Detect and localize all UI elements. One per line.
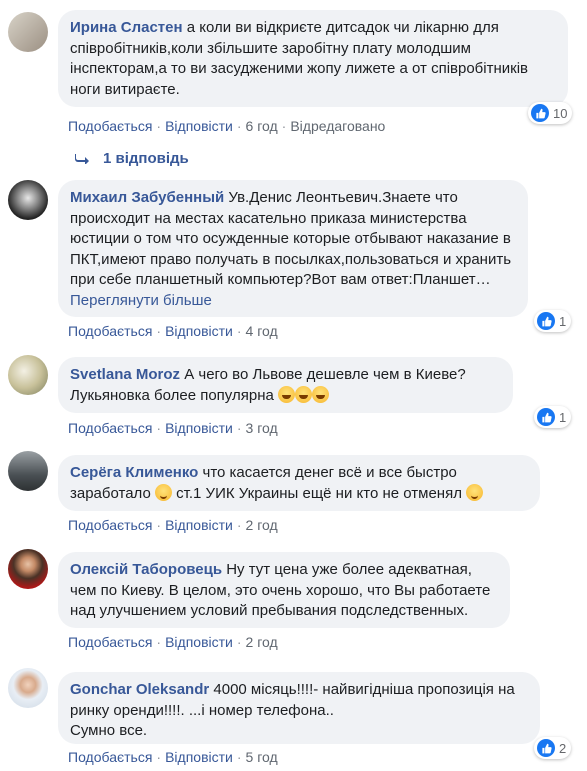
comment-actions: Подобається · Відповісти · 2 год: [68, 517, 278, 533]
comment-text-line: Сумно все.: [70, 722, 148, 739]
timestamp[interactable]: 3 год: [246, 420, 278, 436]
see-more-link[interactable]: Переглянути більше: [70, 291, 516, 312]
reaction-badge[interactable]: 2: [534, 737, 572, 759]
comment-actions: Подобається · Відповісти · 3 год: [68, 420, 278, 436]
separator: ·: [236, 118, 242, 134]
timestamp[interactable]: 4 год: [246, 323, 278, 339]
timestamp[interactable]: 5 год: [246, 749, 278, 765]
reaction-count: 2: [559, 740, 567, 756]
view-replies-link[interactable]: 1 відповідь: [75, 150, 189, 167]
like-link[interactable]: Подобається: [68, 323, 152, 339]
comment-author[interactable]: Серёга Клименко: [70, 464, 198, 481]
like-icon: [537, 312, 555, 330]
separator: ·: [156, 420, 162, 436]
comment-bubble: Серёга Клименко что касается денег всё и…: [58, 455, 540, 511]
reaction-badge[interactable]: 10: [528, 102, 573, 124]
reaction-count: 10: [553, 105, 568, 121]
comment-bubble: Ирина Сластен а коли ви відкриєте дитсад…: [58, 10, 568, 107]
avatar[interactable]: [8, 180, 48, 220]
replies-count: 1 відповідь: [103, 150, 189, 167]
comment-bubble: Gonchar Oleksandr 4000 місяць!!!!- найви…: [58, 672, 540, 744]
timestamp[interactable]: 6 год: [246, 118, 278, 134]
comment-actions: Подобається · Відповісти · 5 год: [68, 749, 278, 765]
like-icon: [537, 408, 555, 426]
comment-bubble: Олексій Таборовець Ну тут цена уже более…: [58, 552, 510, 628]
separator: ·: [236, 749, 242, 765]
comment-text: ст.1 УИК Украины ещё ни кто не отменял: [176, 484, 462, 502]
laughing-emoji-icon: [295, 385, 312, 403]
comment-actions: Подобається · Відповісти · 6 год · Відредагова…: [68, 118, 385, 134]
avatar[interactable]: [8, 355, 48, 395]
comment-bubble: Михаил Забубенный Ув.Денис Леонтьевич.Зн…: [58, 180, 528, 317]
comment-actions: Подобається · Відповісти · 4 год: [68, 323, 278, 339]
reaction-count: 1: [559, 313, 567, 329]
reply-link[interactable]: Відповісти: [165, 323, 233, 339]
laughing-emoji-icon: [312, 385, 329, 403]
avatar[interactable]: [8, 549, 48, 589]
separator: ·: [156, 323, 162, 339]
comment-author[interactable]: Михаил Забубенный: [70, 189, 224, 206]
comment-author[interactable]: Ирина Сластен: [70, 19, 183, 36]
separator: ·: [156, 634, 162, 650]
reply-link[interactable]: Відповісти: [165, 634, 233, 650]
comment-actions: Подобається · Відповісти · 2 год: [68, 634, 278, 650]
like-icon: [531, 104, 549, 122]
separator: ·: [156, 118, 162, 134]
reply-link[interactable]: Відповісти: [165, 517, 233, 533]
avatar[interactable]: [8, 451, 48, 491]
reaction-badge[interactable]: 1: [534, 406, 572, 428]
separator: ·: [236, 517, 242, 533]
reply-link[interactable]: Відповісти: [165, 118, 233, 134]
separator: ·: [281, 118, 287, 134]
like-link[interactable]: Подобається: [68, 517, 152, 533]
separator: ·: [236, 323, 242, 339]
separator: ·: [156, 517, 162, 533]
like-link[interactable]: Подобається: [68, 420, 152, 436]
reaction-count: 1: [559, 409, 567, 425]
edited-label[interactable]: Відредаговано: [290, 118, 385, 134]
separator: ·: [236, 420, 242, 436]
separator: ·: [156, 749, 162, 765]
like-link[interactable]: Подобається: [68, 118, 152, 134]
comment-author[interactable]: Gonchar Oleksandr: [70, 681, 209, 698]
reply-arrow-icon: [75, 154, 89, 165]
timestamp[interactable]: 2 год: [246, 517, 278, 533]
comment-author[interactable]: Svetlana Moroz: [70, 366, 180, 383]
laughing-emoji-icon: [278, 385, 295, 403]
avatar[interactable]: [8, 12, 48, 52]
reply-link[interactable]: Відповісти: [165, 420, 233, 436]
reaction-badge[interactable]: 1: [534, 310, 572, 332]
like-icon: [537, 739, 555, 757]
like-link[interactable]: Подобається: [68, 634, 152, 650]
separator: ·: [236, 634, 242, 650]
smile-emoji-icon: [466, 483, 484, 501]
comment-author[interactable]: Олексій Таборовець: [70, 561, 222, 578]
like-link[interactable]: Подобається: [68, 749, 152, 765]
comment-bubble: Svetlana Moroz А чего во Львове дешевле …: [58, 357, 513, 413]
smile-emoji-icon: [155, 483, 172, 501]
avatar[interactable]: [8, 668, 48, 708]
reply-link[interactable]: Відповісти: [165, 749, 233, 765]
timestamp[interactable]: 2 год: [246, 634, 278, 650]
